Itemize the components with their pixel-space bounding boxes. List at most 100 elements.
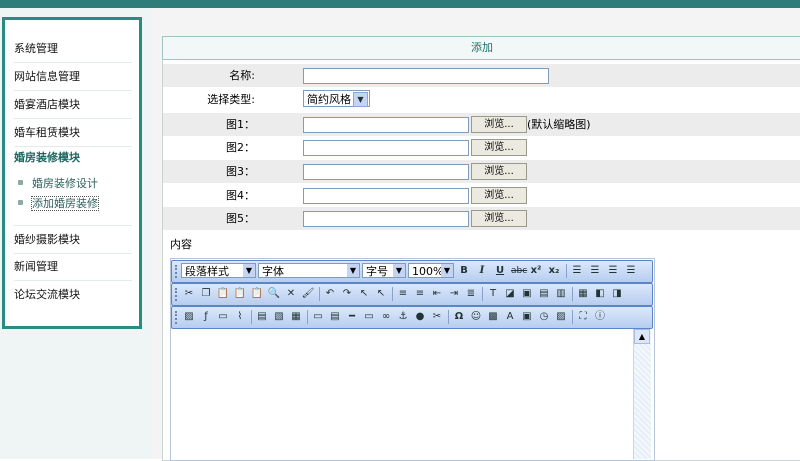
image5-input[interactable]: [303, 211, 469, 227]
sidebar-item-forum[interactable]: 论坛交流模块: [14, 281, 132, 308]
scroll-up-arrow-icon[interactable]: ▲: [634, 329, 650, 344]
attachment-icon[interactable]: ⌇: [233, 310, 247, 324]
chevron-down-icon: ▼: [393, 264, 405, 277]
toolbar-grip-icon[interactable]: [175, 288, 179, 301]
sidebar-item-system[interactable]: 系统管理: [14, 35, 132, 63]
image4-input[interactable]: [303, 188, 469, 204]
align-right-icon[interactable]: ☰: [606, 264, 620, 278]
insert-form-icon[interactable]: ▭: [311, 310, 325, 324]
image4-row: 图4： 浏览...: [163, 184, 800, 207]
cut-icon[interactable]: ✂: [182, 287, 196, 301]
time-icon[interactable]: ◷: [537, 310, 551, 324]
insert-div-icon[interactable]: ▤: [255, 310, 269, 324]
text-direction-icon[interactable]: ≣: [464, 287, 478, 301]
delete-icon[interactable]: ✕: [284, 287, 298, 301]
marquee-icon[interactable]: ▭: [362, 310, 376, 324]
editor-toolbar-3: ▨ ƒ ▭ ⌇ ▤ ▧ ▦ ▭ ▤ ━ ▭ ∞ ⚓ ● ✂ Ω ☺ ▩ A ▣ …: [171, 306, 653, 329]
indent-icon[interactable]: ⇥: [447, 287, 461, 301]
underline-icon[interactable]: U: [493, 264, 507, 278]
zoom-select[interactable]: 100% ▼: [408, 263, 454, 278]
image3-label: 图3：: [226, 165, 255, 178]
sidebar-subitem-add-decoration[interactable]: 添加婚房装修: [18, 196, 99, 212]
bold-icon[interactable]: B: [457, 264, 471, 278]
select-cursor-icon[interactable]: ↖: [357, 287, 371, 301]
about-icon[interactable]: ⓘ: [593, 310, 607, 324]
font-size-select[interactable]: 字号 ▼: [362, 263, 406, 278]
unordered-list-icon[interactable]: ≡: [413, 287, 427, 301]
strikethrough-icon[interactable]: abc: [511, 264, 527, 278]
preview-icon[interactable]: ▨: [554, 310, 568, 324]
align-left-icon[interactable]: ☰: [570, 264, 584, 278]
anchor-icon[interactable]: ⚓: [396, 310, 410, 324]
sidebar-item-site-info[interactable]: 网站信息管理: [14, 63, 132, 91]
sidebar-subitem-decoration-design[interactable]: 婚房装修设计: [18, 176, 98, 192]
sidebar-item-news[interactable]: 新闻管理: [14, 253, 132, 281]
image5-browse-button[interactable]: 浏览...: [471, 210, 527, 227]
type-select[interactable]: 简约风格 ▼: [303, 90, 370, 107]
clear-format-icon[interactable]: ▥: [554, 287, 568, 301]
default-thumbnail-note: (默认缩略图): [527, 118, 591, 131]
subscript-icon[interactable]: x₂: [547, 264, 561, 278]
insert-remote-image-icon[interactable]: ▧: [272, 310, 286, 324]
select-all-icon[interactable]: ↖: [374, 287, 388, 301]
insert-image-icon[interactable]: ▨: [182, 310, 196, 324]
insert-flash-icon[interactable]: ƒ: [199, 310, 213, 324]
paste-word-icon[interactable]: 📋: [250, 287, 264, 301]
insert-textarea-icon[interactable]: ▤: [328, 310, 342, 324]
italic-icon[interactable]: I: [475, 264, 489, 278]
editor-toolbar-2: ✂ ❐ 📋 📋 📋 🔍 ✕ 🖌 ↶ ↷ ↖ ↖ ≡ ≡ ⇤ ⇥ ≣ T ◪ ▣ …: [171, 283, 653, 306]
layer-icon[interactable]: ▤: [537, 287, 551, 301]
toolbar-separator: [482, 287, 483, 301]
find-icon[interactable]: 🔍: [267, 287, 281, 301]
top-bar: [0, 0, 800, 8]
toolbar-grip-icon[interactable]: [175, 311, 179, 324]
ordered-list-icon[interactable]: ≡: [396, 287, 410, 301]
insert-frame-icon[interactable]: ▦: [576, 287, 590, 301]
superscript-icon[interactable]: x²: [529, 264, 543, 278]
background-color-icon[interactable]: ◪: [503, 287, 517, 301]
format-brush-icon[interactable]: 🖌: [301, 287, 315, 301]
sidebar-item-car-rental[interactable]: 婚车租赁模块: [14, 119, 132, 147]
image2-input[interactable]: [303, 140, 469, 156]
insert-media-icon[interactable]: ▭: [216, 310, 230, 324]
layer-front-icon[interactable]: ◧: [593, 287, 607, 301]
insert-table-icon[interactable]: ▦: [289, 310, 303, 324]
emoticon-icon[interactable]: ☺: [469, 310, 483, 324]
layer-back-icon[interactable]: ◨: [610, 287, 624, 301]
sidebar-item-hotel[interactable]: 婚宴酒店模块: [14, 91, 132, 119]
editor-content-area[interactable]: [172, 329, 651, 459]
sidebar-item-photography[interactable]: 婚纱摄影模块: [14, 225, 132, 254]
unlink-icon[interactable]: ✂: [430, 310, 444, 324]
horizontal-rule-icon[interactable]: ━: [345, 310, 359, 324]
paste-icon[interactable]: 📋: [216, 287, 230, 301]
editor-scrollbar[interactable]: ▲: [633, 329, 651, 459]
art-text-icon[interactable]: A: [503, 310, 517, 324]
image1-browse-button[interactable]: 浏览...: [471, 116, 527, 133]
outdent-icon[interactable]: ⇤: [430, 287, 444, 301]
map-icon[interactable]: ●: [413, 310, 427, 324]
font-select[interactable]: 字体 ▼: [258, 263, 360, 278]
sidebar-item-decoration[interactable]: 婚房装修模块: [14, 147, 132, 169]
align-center-icon[interactable]: ☰: [588, 264, 602, 278]
redo-icon[interactable]: ↷: [340, 287, 354, 301]
paragraph-icon[interactable]: ▣: [520, 287, 534, 301]
undo-icon[interactable]: ↶: [323, 287, 337, 301]
image4-browse-button[interactable]: 浏览...: [471, 187, 527, 204]
paste-text-icon[interactable]: 📋: [233, 287, 247, 301]
insert-link-icon[interactable]: ∞: [379, 310, 393, 324]
date-icon[interactable]: ▣: [520, 310, 534, 324]
image5-label: 图5：: [226, 212, 255, 225]
copy-icon[interactable]: ❐: [199, 287, 213, 301]
align-justify-icon[interactable]: ☰: [624, 264, 638, 278]
toolbar-grip-icon[interactable]: [175, 265, 179, 278]
image3-input[interactable]: [303, 164, 469, 180]
image2-browse-button[interactable]: 浏览...: [471, 139, 527, 156]
name-input[interactable]: [303, 68, 549, 84]
image1-input[interactable]: [303, 117, 469, 133]
paragraph-style-select[interactable]: 段落样式 ▼: [181, 263, 256, 278]
image3-browse-button[interactable]: 浏览...: [471, 163, 527, 180]
font-color-icon[interactable]: T: [486, 287, 500, 301]
fullscreen-icon[interactable]: ⛶: [576, 310, 590, 324]
special-char-icon[interactable]: Ω: [452, 310, 466, 324]
excel-icon[interactable]: ▩: [486, 310, 500, 324]
